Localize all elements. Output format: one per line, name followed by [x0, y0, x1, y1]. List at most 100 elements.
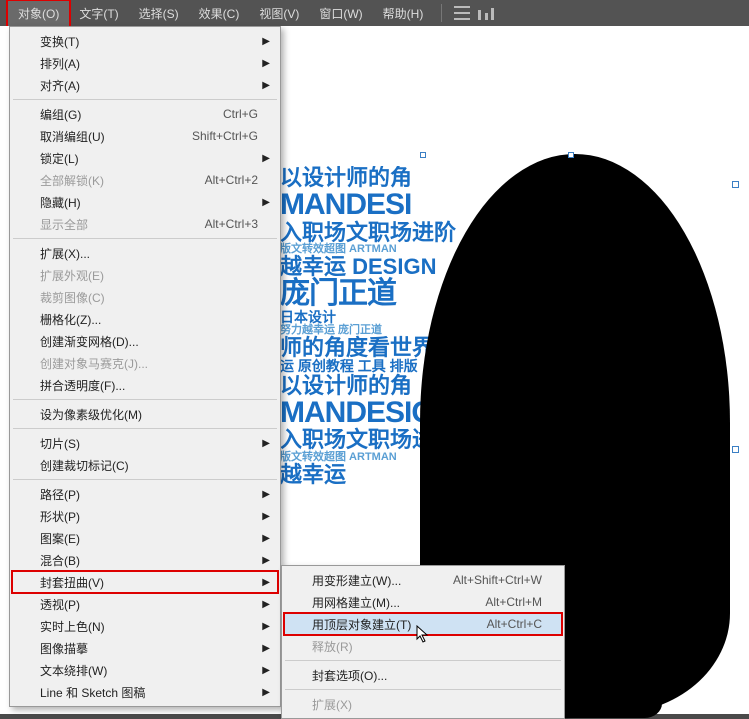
- menu-shortcut: Alt+Ctrl+M: [485, 595, 542, 609]
- selection-handle[interactable]: [732, 446, 739, 453]
- submenu-arrow-icon: ▶: [262, 438, 270, 449]
- object-menu-item[interactable]: 拼合透明度(F)...: [12, 374, 278, 396]
- object-menu-dropdown: 变换(T)▶排列(A)▶对齐(A)▶编组(G)Ctrl+G取消编组(U)Shif…: [9, 26, 281, 707]
- menu-item-label: 拼合透明度(F)...: [40, 377, 125, 394]
- menu-divider: [285, 660, 561, 661]
- object-menu-item[interactable]: 图像描摹 ▶: [12, 637, 278, 659]
- object-menu-item: 全部解锁(K)Alt+Ctrl+2: [12, 169, 278, 191]
- submenu-arrow-icon: ▶: [262, 687, 270, 698]
- object-menu-item[interactable]: 排列(A) ▶: [12, 52, 278, 74]
- menu-item-label: 文本绕排(W): [40, 662, 107, 679]
- submenu-arrow-icon: ▶: [262, 153, 270, 164]
- object-menu-item[interactable]: 隐藏(H)▶: [12, 191, 278, 213]
- arrange-docs-icon[interactable]: [454, 6, 470, 20]
- object-menu-item: 扩展外观(E): [12, 264, 278, 286]
- envelope-submenu-item[interactable]: 用网格建立(M)... Alt+Ctrl+M: [284, 591, 562, 613]
- object-menu-item[interactable]: 栅格化(Z)...: [12, 308, 278, 330]
- object-menu-item[interactable]: 透视(P) ▶: [12, 593, 278, 615]
- object-menu-item[interactable]: Line 和 Sketch 图稿▶: [12, 681, 278, 703]
- menu-item-label: 封套扭曲(V): [40, 574, 104, 591]
- object-menu-item[interactable]: 锁定(L) ▶: [12, 147, 278, 169]
- object-menu-item[interactable]: 创建渐变网格(D)...: [12, 330, 278, 352]
- submenu-arrow-icon: ▶: [262, 511, 270, 522]
- submenu-arrow-icon: ▶: [262, 555, 270, 566]
- menu-item-label: 变换(T): [40, 33, 79, 50]
- envelope-submenu-item[interactable]: 封套选项(O)...: [284, 664, 562, 686]
- menu-object[interactable]: 对象(O): [8, 1, 69, 26]
- menu-item-label: 切片(S): [40, 435, 80, 452]
- menu-item-label: 形状(P): [40, 508, 80, 525]
- menu-item-label: 透视(P): [40, 596, 80, 613]
- menu-item-label: 扩展(X)...: [40, 245, 90, 262]
- workspace-switch-icon[interactable]: [478, 6, 494, 20]
- object-menu-item[interactable]: 创建裁切标记(C): [12, 454, 278, 476]
- envelope-submenu-item: 扩展(X): [284, 693, 562, 715]
- menu-select[interactable]: 选择(S): [129, 1, 189, 26]
- menu-divider: [13, 238, 277, 239]
- object-menu-item[interactable]: 图案(E)▶: [12, 527, 278, 549]
- selection-handle[interactable]: [420, 152, 426, 158]
- submenu-arrow-icon: ▶: [262, 643, 270, 654]
- menu-divider: [13, 428, 277, 429]
- selection-handle[interactable]: [568, 152, 574, 158]
- menu-item-label: 创建渐变网格(D)...: [40, 333, 139, 350]
- menu-item-label: 路径(P): [40, 486, 80, 503]
- selection-handle[interactable]: [732, 181, 739, 188]
- submenu-arrow-icon: ▶: [262, 599, 270, 610]
- menu-type[interactable]: 文字(T): [69, 1, 128, 26]
- menu-item-label: 图像描摹: [40, 640, 88, 657]
- menu-item-label: 裁剪图像(C): [40, 289, 105, 306]
- menu-item-label: 取消编组(U): [40, 128, 105, 145]
- submenu-arrow-icon: ▶: [262, 577, 270, 588]
- object-menu-item[interactable]: 变换(T)▶: [12, 30, 278, 52]
- object-menu-item[interactable]: 形状(P) ▶: [12, 505, 278, 527]
- menu-item-label: 扩展(X): [312, 696, 352, 713]
- menu-item-label: 扩展外观(E): [40, 267, 104, 284]
- menu-item-label: 锁定(L): [40, 150, 79, 167]
- object-menu-item[interactable]: 封套扭曲(V) ▶: [12, 571, 278, 593]
- object-menu-item[interactable]: 编组(G)Ctrl+G: [12, 103, 278, 125]
- object-menu-item: 创建对象马赛克(J)...: [12, 352, 278, 374]
- menu-item-label: 创建裁切标记(C): [40, 457, 129, 474]
- menu-view[interactable]: 视图(V): [249, 1, 309, 26]
- menu-item-label: 用顶层对象建立(T): [312, 616, 411, 633]
- envelope-submenu-item: 释放(R): [284, 635, 562, 657]
- menu-help[interactable]: 帮助(H): [373, 1, 434, 26]
- menu-divider: [285, 689, 561, 690]
- menu-item-label: 用网格建立(M)...: [312, 594, 400, 611]
- menu-shortcut: Alt+Ctrl+C: [487, 617, 542, 631]
- menu-item-label: 栅格化(Z)...: [40, 311, 101, 328]
- submenu-arrow-icon: ▶: [262, 58, 270, 69]
- object-menu-item[interactable]: 对齐(A)▶: [12, 74, 278, 96]
- envelope-submenu-item[interactable]: 用变形建立(W)... Alt+Shift+Ctrl+W: [284, 569, 562, 591]
- menu-shortcut: Alt+Ctrl+2: [205, 173, 258, 187]
- menu-shortcut: Alt+Shift+Ctrl+W: [453, 573, 542, 587]
- menu-window[interactable]: 窗口(W): [309, 1, 372, 26]
- object-menu-item[interactable]: 设为像素级优化(M): [12, 403, 278, 425]
- menu-item-label: 实时上色(N): [40, 618, 105, 635]
- object-menu-item[interactable]: 混合(B) ▶: [12, 549, 278, 571]
- menu-effect[interactable]: 效果(C): [189, 1, 250, 26]
- menu-item-label: 创建对象马赛克(J)...: [40, 355, 148, 372]
- menu-shortcut: Shift+Ctrl+G: [192, 129, 258, 143]
- menu-item-label: 排列(A): [40, 55, 80, 72]
- envelope-submenu-item[interactable]: 用顶层对象建立(T) Alt+Ctrl+C: [284, 613, 562, 635]
- object-menu-item[interactable]: 取消编组(U) Shift+Ctrl+G: [12, 125, 278, 147]
- submenu-arrow-icon: ▶: [262, 665, 270, 676]
- object-menu-item: 裁剪图像(C): [12, 286, 278, 308]
- menu-item-label: 显示全部: [40, 216, 88, 233]
- submenu-arrow-icon: ▶: [262, 621, 270, 632]
- menu-item-label: 图案(E): [40, 530, 80, 547]
- menu-item-label: 设为像素级优化(M): [40, 406, 142, 423]
- menu-item-label: 用变形建立(W)...: [312, 572, 401, 589]
- menu-item-label: 封套选项(O)...: [312, 667, 387, 684]
- object-menu-item[interactable]: 扩展(X)...: [12, 242, 278, 264]
- object-menu-item: 显示全部Alt+Ctrl+3: [12, 213, 278, 235]
- menu-item-label: 隐藏(H): [40, 194, 81, 211]
- object-menu-item[interactable]: 文本绕排(W) ▶: [12, 659, 278, 681]
- menubar: 对象(O) 文字(T) 选择(S) 效果(C) 视图(V) 窗口(W) 帮助(H…: [0, 0, 749, 26]
- object-menu-item[interactable]: 路径(P)▶: [12, 483, 278, 505]
- menu-item-label: 混合(B): [40, 552, 80, 569]
- object-menu-item[interactable]: 切片(S) ▶: [12, 432, 278, 454]
- object-menu-item[interactable]: 实时上色(N) ▶: [12, 615, 278, 637]
